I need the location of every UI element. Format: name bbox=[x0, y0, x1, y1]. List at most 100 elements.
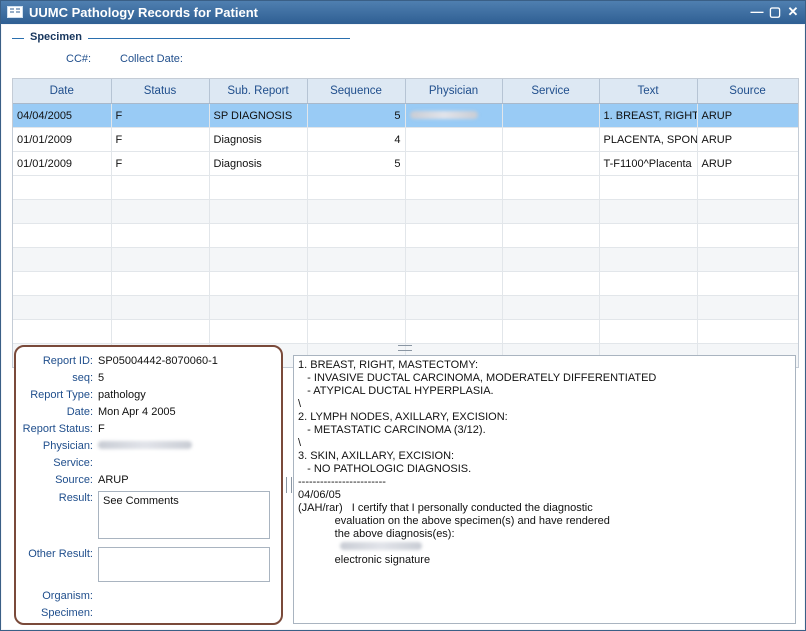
report-line: 1. BREAST, RIGHT, MASTECTOMY: bbox=[298, 359, 479, 371]
specimen-label: Specimen: bbox=[41, 607, 93, 619]
column-header-source[interactable]: Source bbox=[697, 79, 798, 104]
empty-row bbox=[13, 247, 798, 272]
report-line: ------------------------ bbox=[298, 476, 386, 488]
cell-text: PLACENTA, SPON bbox=[599, 127, 698, 152]
cell-date: 01/01/2009 bbox=[13, 151, 112, 176]
other-result-textbox[interactable] bbox=[98, 547, 270, 582]
empty-row bbox=[13, 199, 798, 224]
report-line: \ bbox=[298, 398, 302, 410]
close-icon[interactable]: ✕ bbox=[785, 4, 801, 20]
source-value: ARUP bbox=[98, 474, 129, 486]
report-type-label: Report Type: bbox=[30, 389, 93, 401]
report-line: 3. SKIN, AXILLARY, EXCISION: bbox=[298, 450, 455, 462]
other-result-label: Other Result: bbox=[28, 548, 93, 560]
report-id-value: SP05004442-8070060-1 bbox=[98, 355, 218, 367]
cell-status: F bbox=[111, 151, 210, 176]
specimen-legend: Specimen bbox=[24, 31, 88, 43]
signature-redacted bbox=[298, 541, 791, 554]
detail-report-id: Report ID: SP05004442-8070060-1 bbox=[16, 355, 281, 371]
cell-date: 04/04/2005 bbox=[13, 103, 112, 128]
source-label: Source: bbox=[55, 474, 93, 486]
column-header-sequence[interactable]: Sequence bbox=[307, 79, 406, 104]
cell-physician bbox=[405, 127, 503, 152]
window-title: UUMC Pathology Records for Patient bbox=[29, 5, 258, 20]
column-header-service[interactable]: Service bbox=[502, 79, 600, 104]
empty-row bbox=[13, 271, 798, 296]
cell-service bbox=[502, 151, 600, 176]
records-grid: Date Status Sub. Report Sequence Physici… bbox=[12, 78, 799, 368]
detail-date: Date: Mon Apr 4 2005 bbox=[16, 406, 281, 422]
cell-sub-report: SP DIAGNOSIS bbox=[209, 103, 308, 128]
seq-label: seq: bbox=[72, 372, 93, 384]
report-line: \ bbox=[298, 437, 302, 449]
cell-status: F bbox=[111, 127, 210, 152]
report-line: evaluation on the above specimen(s) and … bbox=[298, 515, 610, 527]
empty-row bbox=[13, 223, 798, 248]
column-header-text[interactable]: Text bbox=[599, 79, 698, 104]
table-row[interactable]: 04/04/2005 F SP DIAGNOSIS 5 1. BREAST, R… bbox=[13, 103, 798, 128]
cell-source: ARUP bbox=[697, 127, 798, 152]
report-line: - METASTATIC CARCINOMA (3/12). bbox=[298, 424, 486, 436]
horizontal-splitter-handle[interactable] bbox=[398, 345, 412, 351]
cell-sequence: 4 bbox=[307, 127, 406, 152]
report-text-area[interactable]: 1. BREAST, RIGHT, MASTECTOMY: - INVASIVE… bbox=[293, 355, 796, 624]
column-header-status[interactable]: Status bbox=[111, 79, 210, 104]
table-row[interactable]: 01/01/2009 F Diagnosis 5 T-F1100^Placent… bbox=[13, 151, 798, 176]
report-status-value: F bbox=[98, 423, 105, 435]
cell-source: ARUP bbox=[697, 151, 798, 176]
result-value: See Comments bbox=[103, 495, 179, 507]
table-row[interactable]: 01/01/2009 F Diagnosis 4 PLACENTA, SPON … bbox=[13, 127, 798, 152]
report-type-value: pathology bbox=[98, 389, 146, 401]
physician-label: Physician: bbox=[42, 440, 93, 452]
cell-physician-redacted bbox=[405, 103, 503, 128]
minimize-icon[interactable]: — bbox=[749, 4, 765, 20]
detail-report-status: Report Status: F bbox=[16, 423, 281, 439]
cell-sub-report: Diagnosis bbox=[209, 151, 308, 176]
date-value: Mon Apr 4 2005 bbox=[98, 406, 176, 418]
result-label: Result: bbox=[58, 492, 93, 504]
detail-report-type: Report Type: pathology bbox=[16, 389, 281, 405]
records-icon bbox=[7, 6, 23, 18]
cell-date: 01/01/2009 bbox=[13, 127, 112, 152]
cell-sub-report: Diagnosis bbox=[209, 127, 308, 152]
empty-row bbox=[13, 175, 798, 200]
detail-service: Service: bbox=[16, 457, 281, 473]
grid-header-row: Date Status Sub. Report Sequence Physici… bbox=[13, 79, 798, 104]
physician-value-redacted bbox=[98, 440, 192, 452]
cell-text: 1. BREAST, RIGHT bbox=[599, 103, 698, 128]
report-details-panel: Report ID: SP05004442-8070060-1 seq: 5 R… bbox=[14, 345, 283, 625]
report-line: 2. LYMPH NODES, AXILLARY, EXCISION: bbox=[298, 411, 508, 423]
report-status-label: Report Status: bbox=[22, 423, 93, 435]
report-line: 04/06/05 bbox=[298, 489, 341, 501]
detail-seq: seq: 5 bbox=[16, 372, 281, 388]
collect-date-label: Collect Date: bbox=[120, 53, 183, 65]
cell-text: T-F1100^Placenta bbox=[599, 151, 698, 176]
report-line: (JAH/rar) I certify that I personally co… bbox=[298, 502, 593, 514]
result-textbox[interactable]: See Comments bbox=[98, 491, 270, 539]
empty-row bbox=[13, 319, 798, 344]
date-label: Date: bbox=[66, 406, 93, 418]
cell-source: ARUP bbox=[697, 103, 798, 128]
maximize-icon[interactable]: ▢ bbox=[767, 4, 783, 20]
column-header-sub-report[interactable]: Sub. Report bbox=[209, 79, 308, 104]
detail-source: Source: ARUP bbox=[16, 474, 281, 490]
organism-label: Organism: bbox=[42, 590, 93, 602]
cell-physician bbox=[405, 151, 503, 176]
report-line: - NO PATHOLOGIC DIAGNOSIS. bbox=[298, 463, 472, 475]
cell-status: F bbox=[111, 103, 210, 128]
cell-service bbox=[502, 127, 600, 152]
cell-service bbox=[502, 103, 600, 128]
cell-sequence: 5 bbox=[307, 151, 406, 176]
report-id-label: Report ID: bbox=[42, 355, 93, 367]
report-line: - ATYPICAL DUCTAL HYPERPLASIA. bbox=[298, 385, 494, 397]
window-content: Specimen CC#: Collect Date: Date Status … bbox=[2, 25, 804, 629]
report-line: electronic signature bbox=[298, 554, 431, 566]
pathology-records-window: UUMC Pathology Records for Patient — ▢ ✕… bbox=[0, 0, 806, 631]
cc-label: CC#: bbox=[66, 53, 92, 65]
report-line: the above diagnosis(es): bbox=[298, 528, 455, 540]
report-line: - INVASIVE DUCTAL CARCINOMA, MODERATELY … bbox=[298, 372, 657, 384]
vertical-splitter-handle[interactable] bbox=[286, 477, 292, 493]
seq-value: 5 bbox=[98, 372, 105, 384]
column-header-physician[interactable]: Physician bbox=[405, 79, 503, 104]
column-header-date[interactable]: Date bbox=[13, 79, 112, 104]
